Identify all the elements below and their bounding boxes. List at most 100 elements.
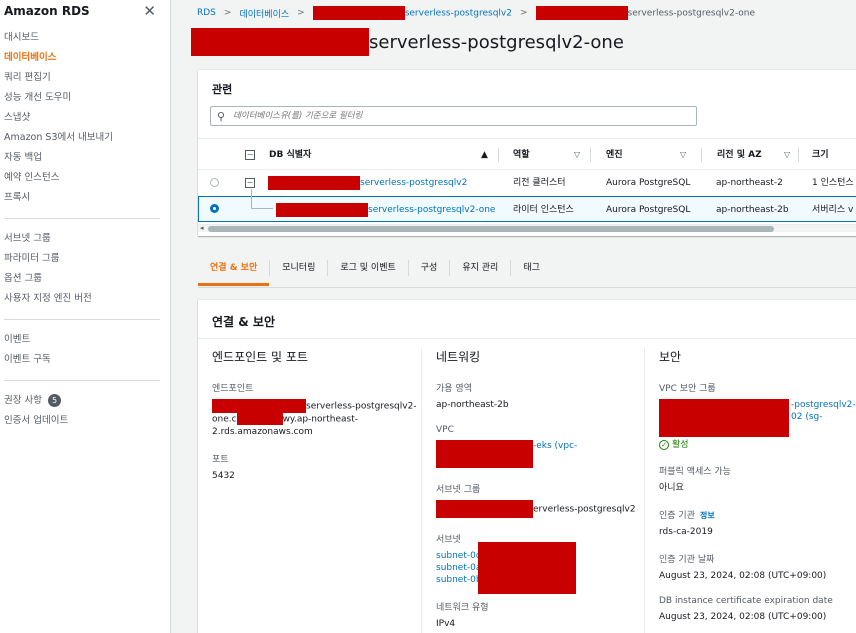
subnet-group-text: erverless-postgresqlv2	[533, 504, 636, 515]
column-label: DB 식별자	[269, 150, 312, 160]
tree-connector	[251, 189, 273, 209]
table-row-selected[interactable]: serverless-postgresqlv2-one 라이터 인스턴스 Aur…	[198, 189, 856, 223]
network-type-value: IPv4	[436, 619, 456, 629]
row-radio[interactable]	[210, 178, 219, 187]
tab-tags[interactable]: 태그	[511, 260, 552, 276]
sidebar-item-events[interactable]: 이벤트	[4, 330, 166, 350]
sidebar-item-subnet-groups[interactable]: 서브넷 그룹	[4, 229, 166, 249]
db-identifier-link[interactable]: serverless-postgresqlv2	[268, 170, 467, 196]
column-divider	[421, 348, 422, 633]
check-circle-icon: ✓	[659, 440, 669, 450]
security-group-label: VPC 보안 그룹	[659, 384, 716, 394]
horizontal-scrollbar[interactable]: ◂	[198, 224, 856, 232]
subnet-link[interactable]: subnet-0d	[436, 551, 482, 561]
column-divider	[590, 148, 591, 162]
redaction-box	[436, 440, 533, 468]
column-header-role[interactable]: 역할 ▽	[498, 139, 582, 171]
connectivity-panel: 연결 & 보안 엔드포인트 및 포트 엔드포인트 serverless-post…	[198, 300, 856, 633]
tab-maintenance[interactable]: 유지 관리	[450, 260, 512, 276]
breadcrumb-cluster-label: serverless-postgresqlv2	[404, 8, 512, 19]
column-header-region-az[interactable]: 리전 및 AZ ▽	[701, 139, 796, 171]
sidebar-item-s3-export[interactable]: Amazon S3에서 내보내기	[4, 128, 166, 148]
port-label: 포트	[212, 454, 229, 465]
sidebar-item-proxies[interactable]: 프록시	[4, 188, 166, 208]
sidebar-item-parameter-groups[interactable]: 파라미터 그룹	[4, 249, 166, 269]
subnet-link[interactable]: subnet-0b	[436, 575, 482, 585]
filter-box[interactable]: ⚲	[210, 106, 697, 126]
tab-monitoring[interactable]: 모니터링	[270, 260, 329, 276]
sort-ascending-icon: ▲	[481, 150, 488, 160]
db-identifier-link[interactable]: serverless-postgresqlv2-one	[276, 197, 495, 223]
related-panel: 관련 ⚲ − DB 식별자 ▲ 역할 ▽ 엔진 ▽ 리전 및 AZ	[198, 70, 856, 236]
filter-input[interactable]	[233, 111, 674, 121]
page-title: serverless-postgresqlv2-one	[191, 28, 624, 56]
ca-date-label: 인증 기관 날짜	[659, 555, 715, 565]
sidebar-item-recommendations[interactable]: 권장 사항 5	[4, 391, 166, 411]
security-group-link[interactable]: -postgresqlv2- 02 (sg-	[659, 399, 856, 437]
redaction-box	[478, 542, 576, 594]
scroll-left-icon[interactable]: ◂	[200, 224, 204, 232]
column-divider	[798, 148, 799, 162]
sidebar-item-automated-backups[interactable]: 자동 백업	[4, 148, 166, 168]
table-row[interactable]: − serverless-postgresqlv2 리전 클러스터 Aurora…	[198, 170, 856, 196]
size-cell: 1 인스턴스	[812, 178, 854, 188]
vpc-label: VPC	[436, 425, 454, 435]
sidebar-divider	[4, 218, 160, 219]
sidebar-item-event-subscriptions[interactable]: 이벤트 구독	[4, 350, 166, 370]
role-cell: 리전 클러스터	[513, 178, 566, 188]
column-divider	[498, 148, 499, 162]
close-icon[interactable]: ✕	[143, 3, 156, 19]
chevron-right-icon: >	[297, 8, 305, 18]
sidebar-item-databases[interactable]: 데이터베이스	[4, 48, 166, 68]
subnet-group-link[interactable]: erverless-postgresqlv2	[436, 500, 641, 518]
db-identifier-text: serverless-postgresqlv2	[360, 178, 468, 188]
collapse-icon[interactable]: −	[245, 178, 255, 188]
redaction-box	[212, 399, 306, 413]
security-column: 보안 VPC 보안 그룹 -postgresqlv2- 02 (sg- ✓ 활성 …	[644, 348, 856, 633]
redaction-box	[268, 175, 360, 190]
redaction-box	[276, 202, 368, 217]
breadcrumb-cluster[interactable]: serverless-postgresqlv2	[312, 6, 512, 20]
column-divider	[701, 148, 702, 162]
subnet-link[interactable]: subnet-0a	[436, 563, 481, 573]
vpc-text: -eks (vpc-	[533, 441, 578, 451]
port-value: 5432	[212, 470, 235, 481]
sidebar-title: Amazon RDS	[4, 4, 90, 18]
public-access-label: 퍼블릭 액세스 가능	[659, 467, 731, 477]
column-label: 역할	[513, 150, 530, 160]
sidebar-item-custom-engine-versions[interactable]: 사용자 지정 엔진 버전	[4, 289, 166, 309]
sidebar-item-query-editor[interactable]: 쿼리 편집기	[4, 68, 166, 88]
breadcrumb-databases[interactable]: 데이터베이스	[239, 7, 289, 20]
sidebar-item-certificate-update[interactable]: 인증서 업데이트	[4, 411, 166, 431]
redaction-box	[659, 399, 789, 437]
sidebar-item-snapshots[interactable]: 스냅샷	[4, 108, 166, 128]
ca-info-link[interactable]: 정보	[700, 511, 715, 520]
tab-connectivity-security[interactable]: 연결 & 보안	[198, 260, 271, 286]
size-cell: 서버리스 v	[812, 205, 854, 215]
scrollbar-thumb[interactable]	[208, 226, 774, 232]
column-header-db-identifier[interactable]: DB 식별자 ▲	[269, 139, 499, 171]
sidebar-group-main: 대시보드 데이터베이스 쿼리 편집기 성능 개선 도우미 스냅샷 Amazon …	[0, 28, 170, 431]
connectivity-title: 연결 & 보안	[212, 315, 275, 329]
breadcrumb-instance: serverless-postgresqlv2-one	[535, 6, 755, 20]
row-radio-selected[interactable]	[210, 204, 219, 213]
redaction-box	[191, 28, 369, 56]
column-header-engine[interactable]: 엔진 ▽	[590, 139, 694, 171]
sidebar-item-performance-insights[interactable]: 성능 개선 도우미	[4, 88, 166, 108]
sidebar-item-label: 권장 사항	[4, 395, 42, 406]
tab-configuration[interactable]: 구성	[409, 260, 451, 276]
subnets-list: subnet-0d subnet-0a subnet-0b	[436, 542, 641, 594]
sidebar-item-option-groups[interactable]: 옵션 그룹	[4, 269, 166, 289]
sidebar-item-reserved-instances[interactable]: 예약 인스턴스	[4, 168, 166, 188]
tab-logs-events[interactable]: 로그 및 이벤트	[328, 260, 409, 276]
column-header-size[interactable]: 크기	[798, 139, 856, 171]
sidebar-item-dashboard[interactable]: 대시보드	[4, 28, 166, 48]
breadcrumb-rds[interactable]: RDS	[197, 8, 216, 18]
search-icon: ⚲	[217, 109, 226, 123]
vpc-link[interactable]: -eks (vpc-	[436, 440, 641, 468]
endpoint-line-1: serverless-postgresqlv2-	[306, 401, 417, 412]
collapse-all-icon[interactable]: −	[245, 139, 255, 171]
engine-cell: Aurora PostgreSQL	[606, 178, 691, 188]
panel-divider	[198, 338, 856, 339]
endpoint-heading: 엔드포인트 및 포트	[212, 350, 308, 364]
